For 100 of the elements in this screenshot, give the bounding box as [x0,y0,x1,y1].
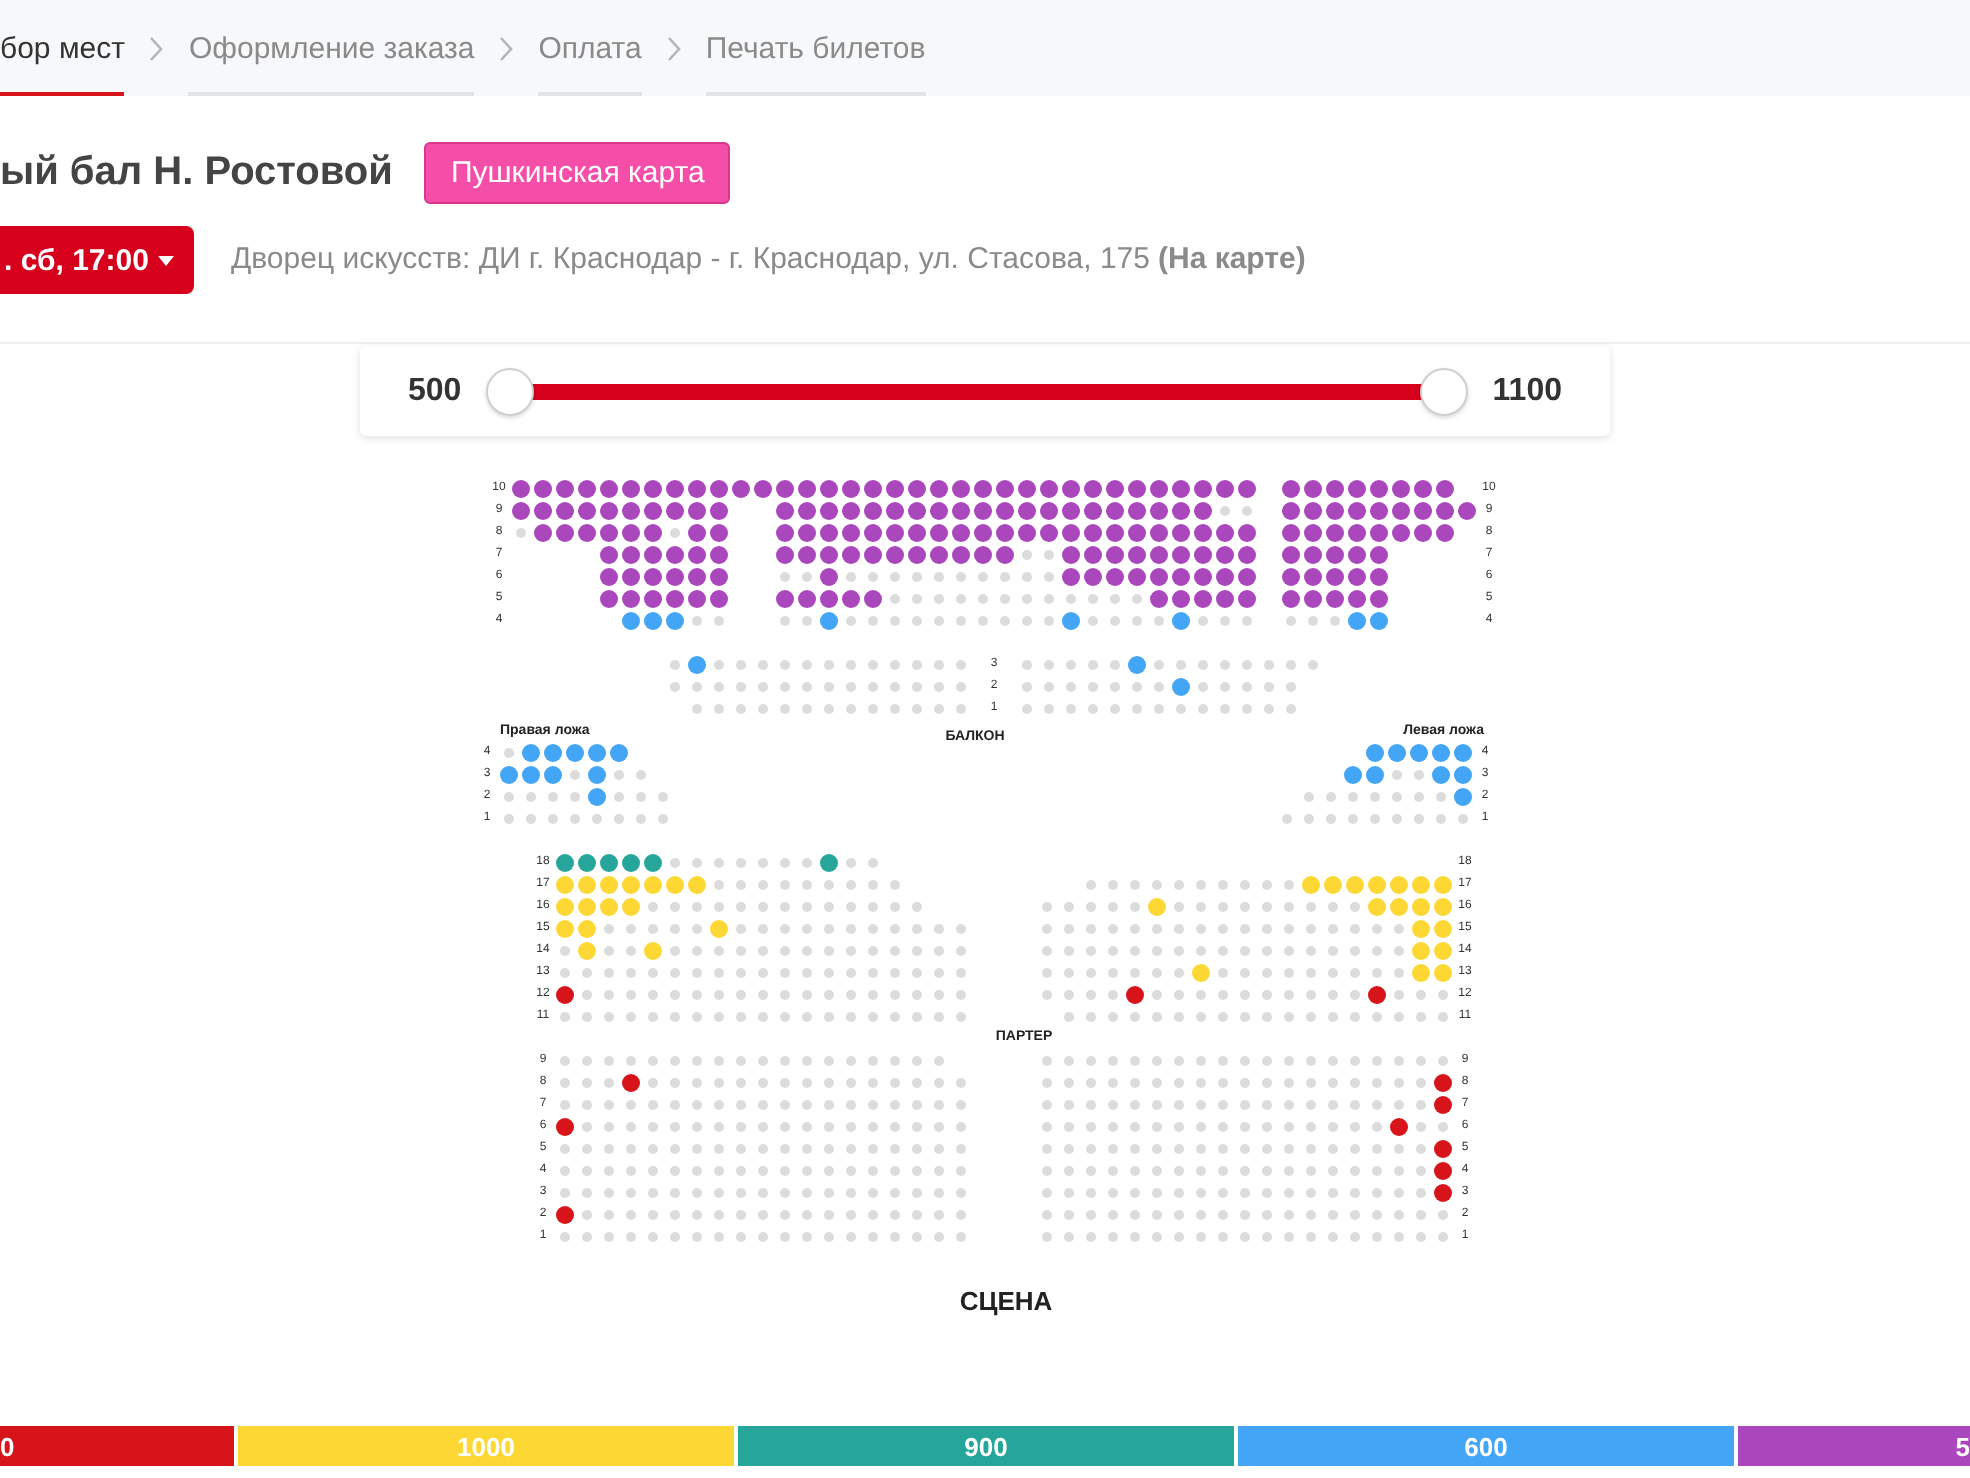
seat[interactable] [688,546,706,564]
seat[interactable] [1216,546,1234,564]
seat[interactable] [1326,524,1344,542]
seat[interactable] [1390,1118,1408,1136]
seat[interactable] [578,524,596,542]
seat[interactable] [1304,590,1322,608]
seat[interactable] [666,590,684,608]
seat[interactable] [1062,546,1080,564]
seat[interactable] [666,480,684,498]
seat[interactable] [1106,502,1124,520]
seat[interactable] [522,744,540,762]
seat[interactable] [622,480,640,498]
seat[interactable] [1348,546,1366,564]
seat[interactable] [996,546,1014,564]
seat[interactable] [1062,612,1080,630]
seat[interactable] [842,590,860,608]
seat[interactable] [622,546,640,564]
seat[interactable] [622,524,640,542]
seat[interactable] [1410,744,1428,762]
seat[interactable] [644,590,662,608]
seat[interactable] [588,788,606,806]
seat[interactable] [600,546,618,564]
seat[interactable] [1238,524,1256,542]
seat[interactable] [600,524,618,542]
seat[interactable] [952,480,970,498]
seat[interactable] [776,590,794,608]
seat[interactable] [1128,568,1146,586]
seat[interactable] [710,524,728,542]
seat[interactable] [1106,480,1124,498]
seat[interactable] [1194,480,1212,498]
seat[interactable] [688,502,706,520]
seat[interactable] [1366,744,1384,762]
seat[interactable] [1304,568,1322,586]
seat[interactable] [1172,502,1190,520]
seat[interactable] [588,766,606,784]
seat[interactable] [1106,546,1124,564]
seat[interactable] [566,744,584,762]
seat[interactable] [798,480,816,498]
seat[interactable] [544,766,562,784]
seat[interactable] [1370,546,1388,564]
seat[interactable] [1304,546,1322,564]
seat[interactable] [974,524,992,542]
seat[interactable] [556,1118,574,1136]
seat[interactable] [1172,546,1190,564]
slider-handle[interactable] [485,367,534,415]
seat[interactable] [820,612,838,630]
seat[interactable] [1128,546,1146,564]
seat[interactable] [534,524,552,542]
seat[interactable] [776,524,794,542]
seat[interactable] [996,480,1014,498]
seat[interactable] [1434,1162,1452,1180]
step-tab[interactable]: Печать билетов [705,0,926,96]
seat[interactable] [556,1206,574,1224]
seat[interactable] [710,480,728,498]
seat[interactable] [798,524,816,542]
seat[interactable] [1454,788,1472,806]
seat[interactable] [1370,502,1388,520]
seat[interactable] [930,524,948,542]
seat[interactable] [688,590,706,608]
seat[interactable] [1062,568,1080,586]
seat[interactable] [1366,766,1384,784]
seat[interactable] [820,524,838,542]
seat[interactable] [644,480,662,498]
seat[interactable] [1432,744,1450,762]
seat[interactable] [1150,502,1168,520]
seat[interactable] [622,590,640,608]
seat[interactable] [600,502,618,520]
seat[interactable] [512,480,530,498]
seat[interactable] [1454,744,1472,762]
seat[interactable] [1370,590,1388,608]
seat[interactable] [600,854,618,872]
seat[interactable] [1434,1140,1452,1158]
seat[interactable] [1150,546,1168,564]
seat[interactable] [1018,524,1036,542]
seat[interactable] [908,524,926,542]
seat[interactable] [820,502,838,520]
seat[interactable] [1238,546,1256,564]
seat[interactable] [1172,480,1190,498]
seat[interactable] [1084,502,1102,520]
seat[interactable] [1392,480,1410,498]
seat[interactable] [556,524,574,542]
seat[interactable] [754,480,772,498]
seat[interactable] [588,744,606,762]
seat[interactable] [534,480,552,498]
seat[interactable] [1150,568,1168,586]
seat[interactable] [622,612,640,630]
seat[interactable] [908,480,926,498]
seat[interactable] [1304,524,1322,542]
seat[interactable] [600,590,618,608]
seat[interactable] [1414,480,1432,498]
seat[interactable] [776,546,794,564]
seat[interactable] [974,502,992,520]
seat[interactable] [1436,480,1454,498]
seat[interactable] [578,854,596,872]
seat[interactable] [842,546,860,564]
seat[interactable] [1216,568,1234,586]
seat[interactable] [1084,480,1102,498]
seat[interactable] [1084,546,1102,564]
seat[interactable] [1370,524,1388,542]
seat[interactable] [1326,502,1344,520]
